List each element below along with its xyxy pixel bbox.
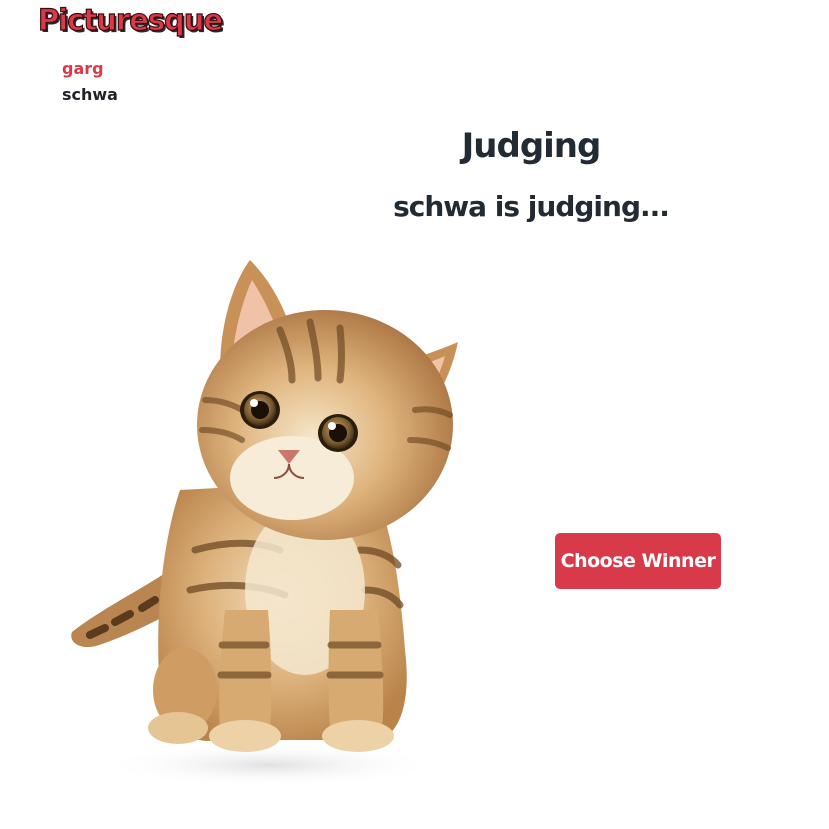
app-logo: Picturesque <box>37 3 223 37</box>
kitten-picture[interactable] <box>60 250 470 790</box>
judging-status: schwa is judging... <box>393 190 670 223</box>
page-title: Judging <box>461 126 602 166</box>
choose-winner-button[interactable]: Choose Winner <box>555 533 721 589</box>
player-name-active: garg <box>62 59 104 78</box>
player-list: garg schwa <box>62 56 118 108</box>
player-name: schwa <box>62 85 118 104</box>
